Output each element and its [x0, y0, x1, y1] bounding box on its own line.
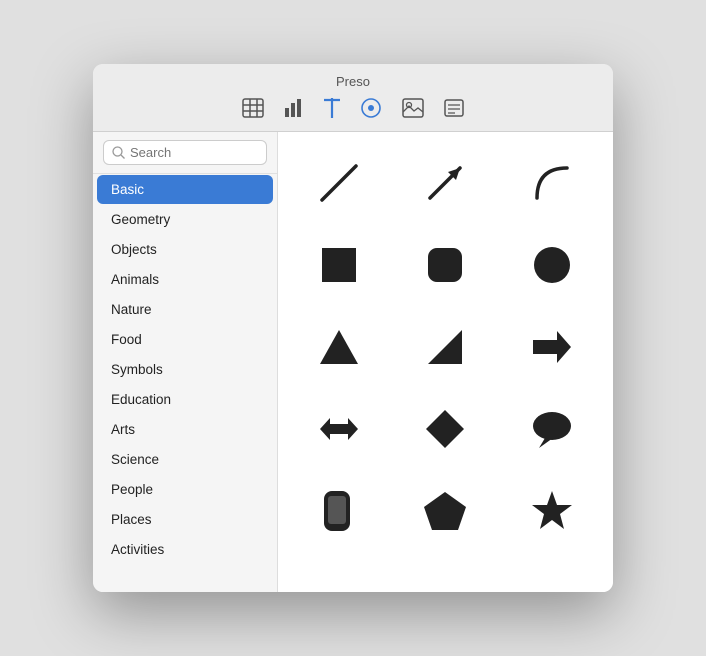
shape-phone[interactable]	[292, 476, 386, 546]
shape-speech-bubble[interactable]	[505, 394, 599, 464]
search-input-wrapper[interactable]	[103, 140, 267, 165]
search-icon	[112, 146, 125, 159]
shape-arrow-right[interactable]	[505, 312, 599, 382]
shape-rounded-square[interactable]	[398, 230, 492, 300]
shape-arc[interactable]	[505, 148, 599, 218]
shape-right-triangle[interactable]	[398, 312, 492, 382]
shape-triangle[interactable]	[292, 312, 386, 382]
category-item-basic[interactable]: Basic	[97, 175, 273, 204]
text-icon[interactable]	[324, 98, 340, 118]
category-item-geometry[interactable]: Geometry	[97, 205, 273, 234]
shapes-icon[interactable]	[360, 97, 382, 119]
category-item-animals[interactable]: Animals	[97, 265, 273, 294]
category-list: Basic Geometry Objects Animals Nature Fo…	[93, 175, 277, 564]
shape-diamond[interactable]	[398, 394, 492, 464]
toolbar: Preso	[93, 64, 613, 132]
category-item-people[interactable]: People	[97, 475, 273, 504]
shape-star[interactable]	[505, 476, 599, 546]
comment-icon[interactable]	[444, 98, 464, 118]
shape-diagonal-line[interactable]	[292, 148, 386, 218]
category-sidebar: Basic Geometry Objects Animals Nature Fo…	[93, 132, 278, 592]
shapes-grid	[288, 148, 603, 546]
window-title: Preso	[336, 74, 370, 89]
shape-arrow-left-right[interactable]	[292, 394, 386, 464]
category-item-activities[interactable]: Activities	[97, 535, 273, 564]
search-bar	[93, 132, 277, 174]
category-item-objects[interactable]: Objects	[97, 235, 273, 264]
category-item-nature[interactable]: Nature	[97, 295, 273, 324]
category-item-places[interactable]: Places	[97, 505, 273, 534]
shapes-picker-window: Preso	[93, 64, 613, 592]
media-icon[interactable]	[402, 98, 424, 118]
category-item-symbols[interactable]: Symbols	[97, 355, 273, 384]
toolbar-icons	[242, 97, 464, 119]
category-item-education[interactable]: Education	[97, 385, 273, 414]
category-item-science[interactable]: Science	[97, 445, 273, 474]
shape-circle[interactable]	[505, 230, 599, 300]
search-input[interactable]	[130, 145, 258, 160]
category-item-food[interactable]: Food	[97, 325, 273, 354]
panel-body: Basic Geometry Objects Animals Nature Fo…	[93, 132, 613, 592]
shape-pentagon[interactable]	[398, 476, 492, 546]
chart-icon[interactable]	[284, 98, 304, 118]
shapes-panel	[278, 132, 613, 592]
table-icon[interactable]	[242, 98, 264, 118]
category-item-arts[interactable]: Arts	[97, 415, 273, 444]
shape-arrow-diagonal[interactable]	[398, 148, 492, 218]
shape-square[interactable]	[292, 230, 386, 300]
